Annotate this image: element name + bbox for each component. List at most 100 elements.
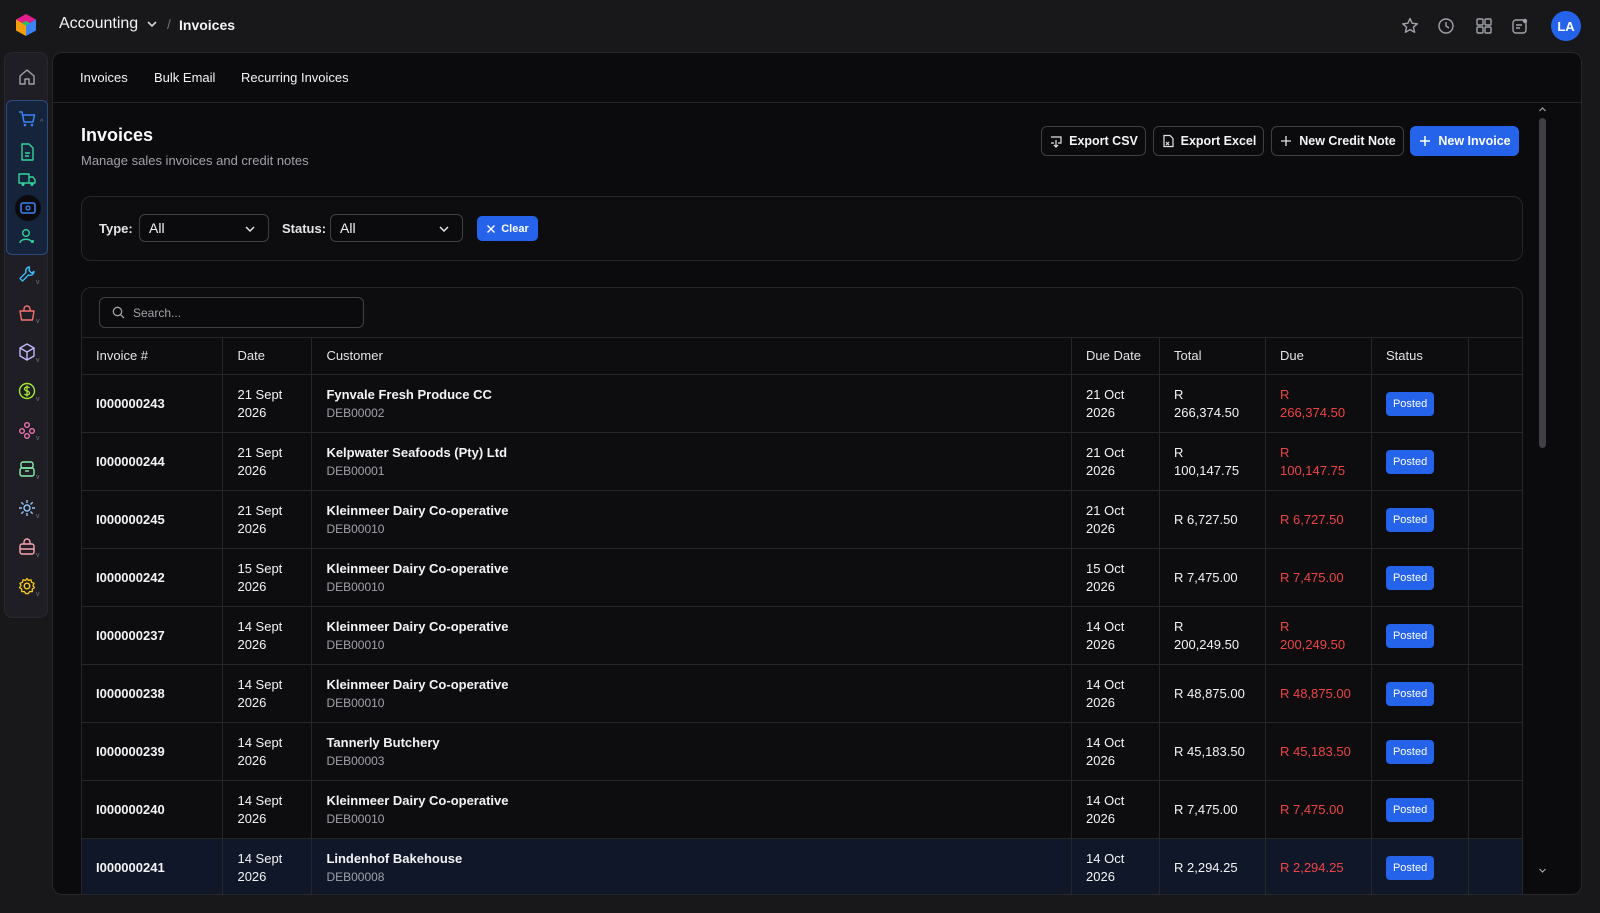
scroll-up-arrow-icon[interactable] [1538,105,1547,114]
payment-icon[interactable] [18,198,38,218]
expand-caret-icon[interactable]: v [36,435,40,442]
expand-caret-icon[interactable]: v [36,513,40,520]
customer-name: Lindenhof Bakehouse [326,850,463,866]
status-badge: Posted [1385,681,1435,706]
table-row[interactable]: I000000238 14 Sept 2026 Kleinmeer Dairy Co… [82,664,1522,723]
column-header-due-date[interactable]: Due Date [1071,337,1160,375]
column-header-date[interactable]: Date [222,337,313,375]
column-header-actions [1468,337,1522,375]
package-icon[interactable] [17,342,37,362]
date-cell: 21 Sept 2026 [222,374,313,433]
new-credit-note-button[interactable]: New Credit Note [1271,126,1404,156]
apps-grid-icon[interactable] [1474,16,1494,36]
expand-caret-icon[interactable]: v [36,357,40,364]
customer-name: Kleinmeer Dairy Co-operative [326,502,509,518]
expand-caret-icon[interactable]: v [36,474,40,481]
total-cell: R 6,727.50 [1159,490,1266,549]
table-row[interactable]: I000000244 21 Sept 2026 Kelpwater Seafoods… [82,432,1522,491]
invoice-number[interactable]: I000000238 [96,686,165,701]
main-panel: Invoices Bulk Email Recurring Invoices I… [52,52,1582,895]
subnav-recurring-invoices[interactable]: Recurring Invoices [241,70,349,85]
expand-caret-icon[interactable]: v [36,279,40,286]
invoice-number[interactable]: I000000243 [96,396,165,411]
status-cell: Posted [1371,722,1469,781]
shopping-bag-icon[interactable] [17,303,37,323]
breadcrumb-separator: / [167,16,171,32]
scroll-thumb[interactable] [1539,118,1546,448]
notifications-icon[interactable] [1510,16,1530,36]
app-switcher[interactable]: Accounting [59,15,158,33]
date-cell: 14 Sept 2026 [222,780,313,839]
export-excel-button[interactable]: Export Excel [1153,126,1264,156]
document-icon[interactable] [17,142,37,162]
settings-icon[interactable] [17,576,37,596]
expand-caret-icon[interactable]: v [36,552,40,559]
export-csv-button[interactable]: Export CSV [1041,126,1146,156]
due-amount-cell: R 7,475.00 [1265,780,1372,839]
column-header-total[interactable]: Total [1159,337,1266,375]
search-input[interactable] [133,305,353,320]
clear-filters-button[interactable]: Clear [477,216,538,241]
dollar-icon[interactable] [17,381,37,401]
date-cell: 14 Sept 2026 [222,838,313,894]
search-box[interactable] [99,297,364,328]
cart-icon[interactable] [17,109,37,129]
subnav-bulk-email[interactable]: Bulk Email [154,70,215,85]
table-row[interactable]: I000000240 14 Sept 2026 Kleinmeer Dairy Co… [82,780,1522,839]
table-row[interactable]: I000000245 21 Sept 2026 Kleinmeer Dairy Co… [82,490,1522,549]
type-filter-select[interactable]: All [139,214,269,242]
invoice-number[interactable]: I000000237 [96,628,165,643]
customer-cell: Lindenhof Bakehouse DEB00008 [311,838,1073,894]
truck-icon[interactable] [17,169,37,189]
table-row[interactable]: I000000242 15 Sept 2026 Kleinmeer Dairy Co… [82,548,1522,607]
subnav-invoices[interactable]: Invoices [80,70,128,85]
invoice-number[interactable]: I000000240 [96,802,165,817]
people-icon[interactable] [17,420,37,440]
customer-code: DEB00002 [326,405,385,420]
expand-caret-icon[interactable]: v [36,591,40,598]
scroll-down-arrow-icon[interactable] [1538,866,1547,875]
chevron-down-icon [245,226,255,233]
status-badge: Posted [1385,797,1435,822]
invoice-number-cell: I000000243 [82,374,224,433]
column-header-status[interactable]: Status [1371,337,1469,375]
user-avatar[interactable]: LA [1551,11,1581,41]
customer-code: DEB00010 [326,811,385,826]
customer-code: DEB00010 [326,579,385,594]
collapse-caret-icon[interactable]: ^ [40,119,43,126]
table-row[interactable]: I000000241 14 Sept 2026 Lindenhof Bakehous… [82,838,1522,894]
table-row[interactable]: I000000239 14 Sept 2026 Tannerly Butchery D… [82,722,1522,781]
total-cell: R 7,475.00 [1159,780,1266,839]
date-cell: 15 Sept 2026 [222,548,313,607]
app-logo-icon[interactable] [14,13,38,37]
due-amount-cell: R 200,249.50 [1265,606,1372,665]
user-icon[interactable] [17,226,37,246]
status-cell: Posted [1371,374,1469,433]
due-date-cell: 14 Oct 2026 [1071,606,1160,665]
new-invoice-button[interactable]: New Invoice [1410,126,1519,156]
due-date-cell: 15 Oct 2026 [1071,548,1160,607]
table-row[interactable]: I000000237 14 Sept 2026 Kleinmeer Dairy Co… [82,606,1522,665]
star-icon[interactable] [1400,16,1420,36]
page-title: Invoices [81,125,154,145]
column-header-invoice[interactable]: Invoice # [82,337,224,375]
status-filter-select[interactable]: All [330,214,463,242]
invoice-number[interactable]: I000000244 [96,454,165,469]
gear-network-icon[interactable] [17,498,37,518]
invoice-number[interactable]: I000000241 [96,860,165,875]
column-header-customer[interactable]: Customer [311,337,1073,375]
expand-caret-icon[interactable]: v [36,396,40,403]
history-icon[interactable] [1436,16,1456,36]
column-header-due[interactable]: Due [1265,337,1372,375]
invoice-number[interactable]: I000000242 [96,570,165,585]
storage-icon[interactable] [17,459,37,479]
invoice-number[interactable]: I000000239 [96,744,165,759]
table-row[interactable]: I000000243 21 Sept 2026 Fynvale Fresh Prod… [82,374,1522,433]
expand-caret-icon[interactable]: v [36,318,40,325]
toolbox-icon[interactable] [17,537,37,557]
status-filter-value: All [340,220,356,236]
home-icon[interactable] [17,67,37,87]
invoice-number[interactable]: I000000245 [96,512,165,527]
wrench-icon[interactable] [17,264,37,284]
main-scrollbar[interactable] [1538,105,1547,894]
